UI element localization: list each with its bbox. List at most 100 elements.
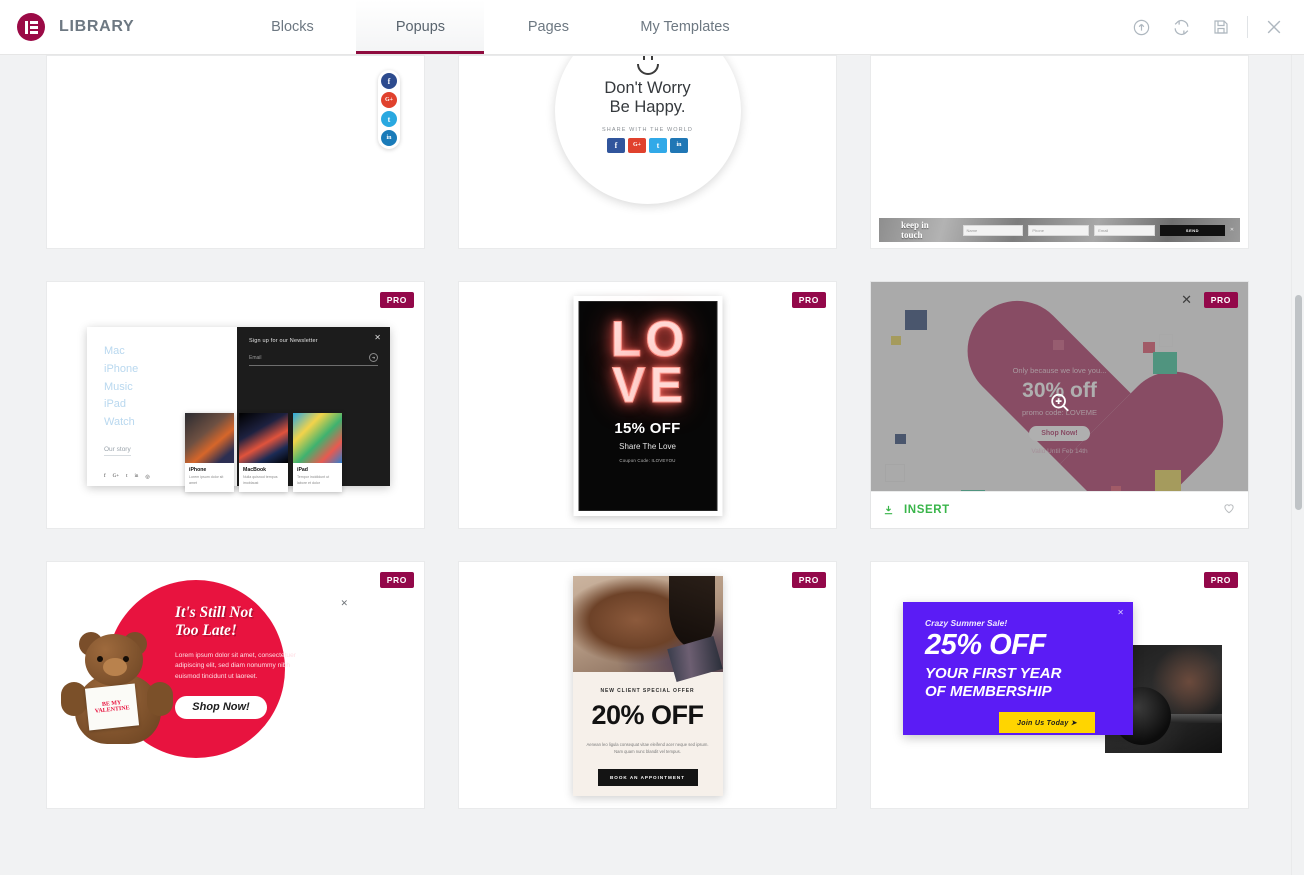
save-icon[interactable] [1201,7,1241,47]
scrollbar-thumb[interactable] [1295,295,1302,510]
neon-letter: O [645,311,685,367]
teddy-title-line2: Too Late! [175,622,237,640]
close-icon: ✕ [374,333,381,342]
kicker-text: NEW CLIENT SPECIAL OFFER [600,688,695,694]
join-us-button: Join Us Today ➤ [999,712,1095,733]
tab-pages[interactable]: Pages [484,0,612,54]
instagram-icon: ◎ [145,475,150,481]
header-actions [1121,0,1304,54]
product-title: MacBook [243,467,267,474]
beauty-offer-popup: NEW CLIENT SPECIAL OFFER 20% OFF Aenean … [572,576,723,796]
template-card[interactable]: Mac iPhone Music iPad Watch Our story f … [46,281,425,529]
dont-worry-popup: Don't Worry Be Happy. SHARE WITH THE WOR… [554,56,741,204]
template-thumbnail: ✕ Crazy Summer Sale! 25% OFF YOUR FIRST … [871,562,1248,808]
close-icon: ✕ [1229,227,1235,233]
product-image [239,413,288,464]
menu-item-ipad: iPad [104,398,127,411]
share-label: SHARE WITH THE WORLD [602,126,693,133]
send-button: SEND [1160,224,1225,236]
close-icon[interactable]: ✕ [1181,292,1192,308]
brand: LIBRARY [0,0,134,54]
social-buttons: f G+ t in [607,137,688,153]
pro-badge: PRO [379,572,414,588]
template-thumbnail: NEW CLIENT SPECIAL OFFER 20% OFF Aenean … [459,562,836,808]
template-grid: f G+ t in Don't Worry Be Happy. SHARE WI… [0,55,1304,809]
facebook-icon: f [104,474,106,480]
tab-blocks[interactable]: Blocks [228,0,356,54]
template-card[interactable]: f G+ t in [46,55,425,249]
tab-popups[interactable]: Popups [356,0,485,54]
template-thumbnail: keep in touch Name Phone Email SEND ✕ [871,56,1248,248]
sub-line2: OF MEMBERSHIP [925,682,1052,700]
product-text: Lorem ipsum dolor sit amet [189,475,224,485]
subtitle: Share The Love [619,442,676,451]
template-card[interactable]: ✕ Crazy Summer Sale! 25% OFF YOUR FIRST … [870,561,1249,809]
page-title: LIBRARY [59,18,135,35]
sub-line1: YOUR FIRST YEAR [925,664,1062,682]
header-divider [1247,16,1248,38]
twitter-icon: t [126,474,128,480]
pro-badge: PRO [1203,572,1238,588]
insert-label: INSERT [904,504,950,516]
elementor-logo-icon [17,13,45,41]
menu-item-music: Music [104,380,133,393]
pro-badge: PRO [379,292,414,308]
twitter-icon: t [649,137,667,153]
template-thumbnail: f G+ t in [47,56,424,248]
template-card[interactable]: NEW CLIENT SPECIAL OFFER 20% OFF Aenean … [458,561,837,809]
upload-icon[interactable] [1121,7,1161,47]
sync-icon[interactable] [1161,7,1201,47]
product-card: iPhone Lorem ipsum dolor sit amet [185,413,234,492]
product-image [185,413,234,464]
twitter-icon: t [381,111,397,127]
body-text: Aenean leo ligula consequat vitae eleife… [586,742,709,755]
teddy-body-text: Lorem ipsum dolor sit amet, consectetuer… [175,651,296,680]
template-thumbnail: L O V E 15% OFF Share The Love Coupon Co… [459,282,836,528]
newsletter-title: Sign up for our Newsletter [249,338,318,344]
card-line2: VALENTINE [94,705,130,715]
gym-membership-popup: ✕ Crazy Summer Sale! 25% OFF YOUR FIRST … [871,562,1248,808]
social-share-rail: f G+ t in [378,70,400,149]
email-placeholder: Email [249,354,262,361]
template-actions-bar: INSERT [871,491,1248,528]
template-card[interactable]: keep in touch Name Phone Email SEND ✕ [870,55,1249,249]
email-field: Email [1094,224,1156,236]
template-grid-scroll-area[interactable]: f G+ t in Don't Worry Be Happy. SHARE WI… [0,55,1304,875]
template-card[interactable]: L O V E 15% OFF Share The Love Coupon Co… [458,281,837,529]
close-icon[interactable] [1254,7,1294,47]
facebook-icon: f [607,137,625,153]
our-story-link: Our story [104,446,131,457]
library-tabs: Blocks Popups Pages My Templates [228,0,757,54]
neon-letter: V [612,357,646,413]
library-header: LIBRARY Blocks Popups Pages My Templates [0,0,1304,55]
product-title: iPad [297,467,308,474]
menu-item-iphone: iPhone [104,362,139,375]
product-title: iPhone [189,467,207,474]
product-text: Tempor incididunt ut labore et dolor [297,475,330,485]
keep-in-touch-title: keep in touch [901,220,929,240]
product-cards: iPhone Lorem ipsum dolor sit amet MacBoo… [185,413,342,492]
close-icon: ✕ [1117,608,1124,617]
dont-worry-title-line1: Don't Worry [604,79,691,97]
vertical-scrollbar[interactable] [1291,55,1304,875]
pro-badge: PRO [791,572,826,588]
teddy-valentine-popup: It's Still Not Too Late! Lorem ipsum dol… [47,562,424,808]
pro-badge: PRO [791,292,826,308]
model-photo [572,576,723,682]
valentine-card: BE MY VALENTINE [84,683,140,731]
neon-letter: E [649,357,683,413]
teddy-bear-illustration: BE MY VALENTINE [61,632,181,746]
insert-button[interactable]: INSERT [883,504,950,516]
template-card[interactable]: Don't Worry Be Happy. SHARE WITH THE WOR… [458,55,837,249]
offer-text: 15% OFF [614,420,681,437]
shop-now-button: Shop Now! [175,695,267,719]
template-card[interactable]: It's Still Not Too Late! Lorem ipsum dol… [46,561,425,809]
template-card-hovered[interactable]: Only because we love you... 30% off prom… [870,281,1249,529]
magnifier-plus-icon[interactable] [1049,392,1071,419]
teddy-title-line1: It's Still Not [175,604,253,621]
heart-outline-icon[interactable] [1222,501,1236,520]
keep-in-touch-bar: keep in touch Name Phone Email SEND ✕ [879,218,1240,242]
tab-my-templates[interactable]: My Templates [612,0,757,54]
pro-badge: PRO [1203,292,1238,308]
dont-worry-title-line2: Be Happy. [609,98,686,117]
